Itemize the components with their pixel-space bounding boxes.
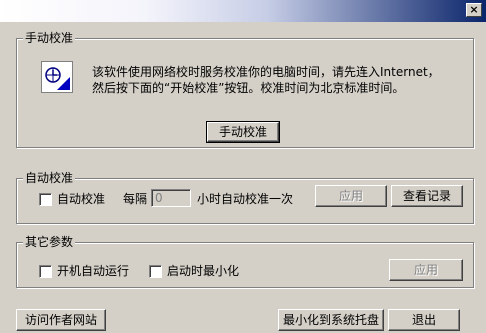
run-at-startup-label[interactable]: 开机自动运行	[57, 264, 129, 278]
auto-calibrate-checkbox[interactable]	[39, 193, 52, 206]
visit-author-site-button[interactable]: 访问作者网站	[16, 309, 106, 331]
main-window: × 手动校准 该软件使用网络校时服务校准你的电脑时间，请先连入Internet，…	[0, 0, 486, 333]
minimize-on-start-label[interactable]: 启动时最小化	[167, 264, 239, 278]
interval-hours-input[interactable]: 0	[151, 189, 191, 207]
auto-group: 自动校准 自动校准 每隔 0 小时自动校准一次 应用 查看记录	[16, 170, 474, 224]
auto-apply-button[interactable]: 应用	[315, 185, 387, 207]
exit-button[interactable]: 退出	[388, 309, 460, 331]
other-group-title: 其它参数	[23, 234, 76, 250]
view-log-button[interactable]: 查看记录	[391, 185, 463, 207]
auto-calibrate-label[interactable]: 自动校准	[57, 192, 105, 206]
other-apply-button[interactable]: 应用	[389, 259, 463, 281]
run-at-startup-checkbox[interactable]	[39, 265, 52, 278]
manual-group-title: 手动校准	[23, 30, 76, 46]
manual-description-line-2: 然后按下面的“开始校准”按钮。校准时间为北京标准时间。	[92, 81, 405, 95]
title-bar[interactable]: ×	[0, 0, 486, 22]
manual-description-line-1: 该软件使用网络校时服务校准你的电脑时间，请先连入Internet，	[92, 65, 440, 79]
other-group: 其它参数 开机自动运行 启动时最小化 应用	[16, 234, 474, 288]
interval-prefix-label: 每隔	[123, 192, 148, 206]
minimize-on-start-checkbox[interactable]	[149, 265, 162, 278]
auto-group-title: 自动校准	[23, 170, 76, 186]
manual-group: 手动校准 该软件使用网络校时服务校准你的电脑时间，请先连入Internet， 然…	[16, 30, 474, 148]
close-button[interactable]: ×	[466, 3, 482, 17]
interval-suffix-label: 小时自动校准一次	[197, 192, 294, 206]
minimize-to-tray-button[interactable]: 最小化到系统托盘	[278, 309, 384, 331]
manual-calibrate-button[interactable]: 手动校准	[206, 121, 280, 143]
clock-sync-icon	[41, 61, 73, 93]
